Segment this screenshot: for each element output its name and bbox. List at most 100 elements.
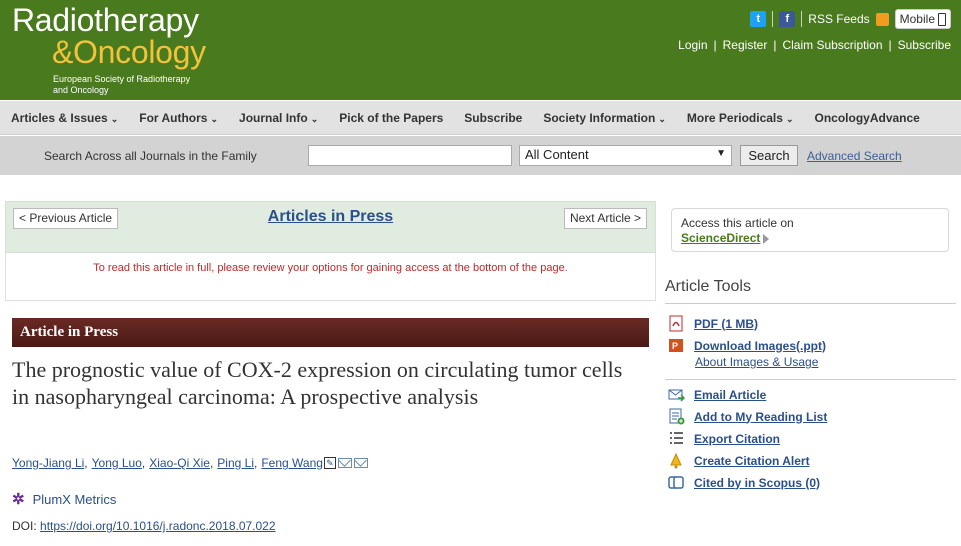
nav-subscribe[interactable]: Subscribe	[464, 111, 522, 125]
separator: ,	[209, 456, 214, 470]
rss-feeds-link[interactable]: RSS Feeds	[808, 12, 869, 26]
mobile-label: Mobile	[899, 12, 935, 26]
nav-journal-info[interactable]: Journal Info ⌄	[239, 111, 318, 125]
svg-text:P: P	[672, 341, 678, 351]
separator: ,	[254, 456, 258, 470]
dropdown-arrow-icon: ▼	[716, 148, 726, 159]
author-link[interactable]: Yong-Jiang Li	[12, 456, 84, 470]
tool-label: Create Citation Alert	[694, 453, 810, 468]
search-scope-select[interactable]: All Content ▼	[519, 145, 732, 166]
site-header: Radiotherapy &Oncology European Society …	[0, 0, 961, 100]
society-name: European Society of Radiotherapy and Onc…	[53, 74, 191, 95]
user-links: Login | Register | Claim Subscription | …	[678, 38, 951, 52]
plumx-metrics[interactable]: ✲ PlumX Metrics	[12, 490, 116, 508]
separator: ,	[84, 456, 88, 470]
author-link[interactable]: Yong Luo	[92, 456, 142, 470]
advanced-search-link[interactable]: Advanced Search	[807, 149, 902, 163]
claim-subscription-link[interactable]: Claim Subscription	[782, 38, 882, 52]
header-utility-bar: t f RSS Feeds Mobile	[750, 9, 951, 29]
arrow-right-icon	[763, 233, 770, 244]
tool-citation-alert[interactable]: Create Citation Alert	[668, 452, 810, 469]
search-button[interactable]: Search	[740, 145, 798, 166]
plumx-label: PlumX Metrics	[32, 491, 117, 507]
tool-label: PDF (1 MB)	[694, 316, 758, 331]
nav-label: For Authors	[139, 110, 208, 125]
email-article-icon	[668, 386, 686, 403]
chevron-down-icon: ⌄	[785, 113, 794, 124]
doi-link[interactable]: https://doi.org/10.1016/j.radonc.2018.07…	[40, 519, 276, 533]
doi-line: DOI: https://doi.org/10.1016/j.radonc.20…	[12, 519, 276, 533]
doi-prefix: DOI:	[12, 519, 41, 533]
nav-more-periodicals[interactable]: More Periodicals ⌄	[687, 111, 794, 125]
nav-articles-issues[interactable]: Articles & Issues ⌄	[11, 111, 118, 125]
sciencedirect-link[interactable]: ScienceDirect	[681, 231, 760, 245]
tool-label: Cited by in Scopus (0)	[694, 475, 821, 490]
access-text: Access this article on	[681, 216, 794, 230]
tool-download-images[interactable]: P Download Images(.ppt)	[668, 337, 826, 354]
subscribe-link[interactable]: Subscribe	[898, 38, 951, 52]
phone-icon	[938, 12, 946, 26]
nav-label: OncologyAdvance	[814, 110, 920, 125]
access-box: Access this article on ScienceDirect	[671, 208, 949, 252]
citation-alert-icon	[668, 452, 685, 469]
tool-label: Email Article	[694, 387, 767, 402]
email-icon[interactable]	[353, 458, 368, 468]
facebook-icon[interactable]: f	[779, 11, 796, 27]
rss-icon[interactable]	[875, 12, 889, 26]
about-images-link[interactable]: About Images & Usage	[695, 355, 818, 369]
nav-label: More Periodicals	[686, 110, 783, 125]
nav-label: Journal Info	[239, 110, 308, 125]
nav-for-authors[interactable]: For Authors ⌄	[139, 111, 218, 125]
register-link[interactable]: Register	[723, 38, 768, 52]
tool-label: Add to My Reading List	[694, 409, 828, 424]
reading-list-icon	[668, 408, 685, 425]
nav-label: Subscribe	[464, 110, 523, 125]
tool-export-citation[interactable]: Export Citation	[668, 430, 780, 447]
journal-logo-line1[interactable]: Radiotherapy	[12, 2, 199, 38]
article-title: The prognostic value of COX-2 expression…	[12, 357, 623, 409]
tool-reading-list[interactable]: Add to My Reading List	[668, 408, 827, 425]
nav-label: Articles & Issues	[11, 110, 108, 125]
author-link[interactable]: Xiao-Qi Xie	[149, 456, 210, 470]
author-link[interactable]: Ping Li	[217, 456, 254, 470]
nav-society-information[interactable]: Society Information ⌄	[543, 111, 666, 125]
mobile-button[interactable]: Mobile	[894, 9, 951, 29]
nav-oncology-advance[interactable]: OncologyAdvance	[814, 111, 919, 125]
access-notice: To read this article in full, please rev…	[5, 253, 656, 301]
chevron-down-icon: ⌄	[210, 113, 219, 124]
search-bar: Search Across all Journals in the Family…	[0, 136, 961, 175]
corresponding-author-icon[interactable]: ✎	[323, 457, 336, 469]
tool-label: Download Images(.ppt)	[694, 338, 826, 353]
divider	[801, 11, 803, 27]
separator: ,	[141, 456, 146, 470]
search-scope-value: All Content	[525, 147, 589, 162]
article-tools-heading: Article Tools	[665, 278, 956, 304]
divider: |	[713, 38, 717, 52]
journal-logo-line2[interactable]: &Oncology	[52, 34, 206, 70]
tool-pdf[interactable]: PDF (1 MB)	[668, 315, 758, 332]
divider: |	[773, 38, 777, 52]
twitter-icon[interactable]: t	[750, 11, 767, 27]
search-input[interactable]	[308, 145, 512, 166]
email-icon[interactable]	[337, 458, 352, 468]
tool-cited-by-scopus[interactable]: Cited by in Scopus (0)	[668, 474, 820, 491]
article-status-banner: Article in Press	[12, 318, 649, 347]
chevron-down-icon: ⌄	[310, 113, 319, 124]
nav-label: Society Information	[543, 110, 656, 125]
login-link[interactable]: Login	[678, 38, 707, 52]
tool-email-article[interactable]: Email Article	[668, 386, 766, 403]
next-article-button[interactable]: Next Article >	[563, 208, 647, 229]
divider: |	[888, 38, 892, 52]
author-link[interactable]: Feng Wang	[261, 456, 323, 470]
main-nav: Articles & Issues ⌄ For Authors ⌄ Journal …	[0, 101, 961, 135]
scopus-icon	[668, 474, 685, 491]
pdf-icon	[668, 315, 685, 332]
article-navigation: Articles in Press < Previous Article Nex…	[5, 201, 656, 253]
previous-article-button[interactable]: < Previous Article	[13, 208, 119, 229]
divider	[772, 11, 774, 27]
nav-label: Pick of the Papers	[339, 110, 444, 125]
nav-pick-of-papers[interactable]: Pick of the Papers	[339, 111, 443, 125]
author-list: Yong-Jiang Li, Yong Luo, Xiao-Qi Xie, Pi…	[12, 456, 368, 470]
chevron-down-icon: ⌄	[110, 113, 119, 124]
chevron-down-icon: ⌄	[658, 113, 666, 124]
